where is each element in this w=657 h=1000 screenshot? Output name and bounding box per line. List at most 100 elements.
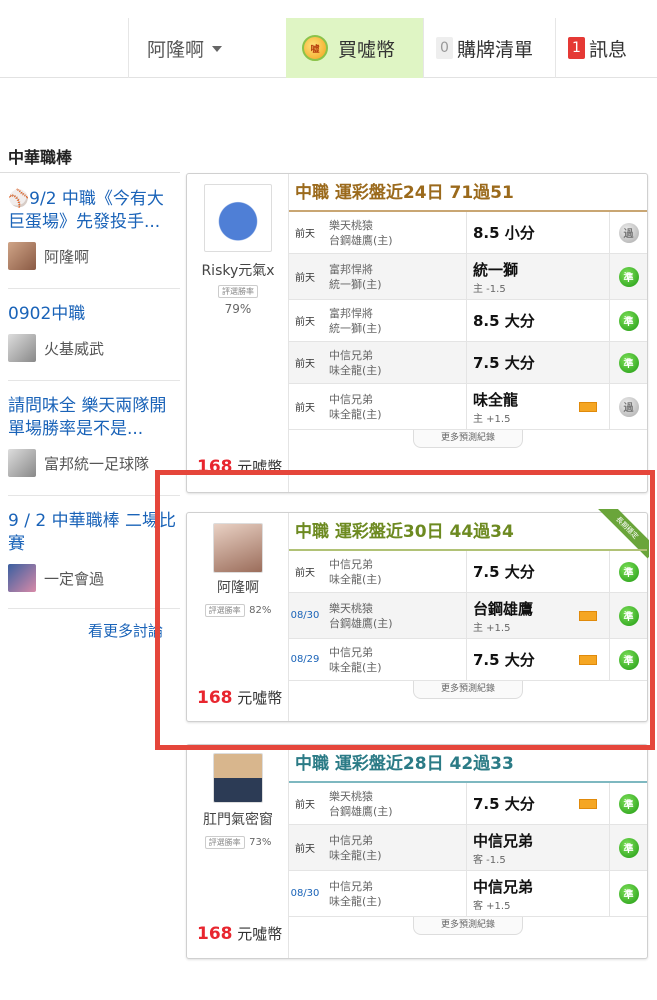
- push-badge-icon: 過: [618, 222, 639, 243]
- more-discussions-link[interactable]: 看更多討論: [88, 620, 163, 641]
- topic-title[interactable]: ⚾9/2 中職《今有大巨蛋場》先發投手...: [8, 188, 180, 234]
- result: 準: [609, 639, 647, 680]
- result: 準: [609, 593, 647, 638]
- divider: [8, 608, 180, 609]
- matchup: 富邦悍將 統一獅(主): [321, 254, 467, 299]
- price-value: 168: [197, 688, 233, 708]
- result: 準: [609, 871, 647, 916]
- predictor-name[interactable]: 阿隆啊: [187, 577, 289, 597]
- hit-badge-icon: 準: [618, 352, 639, 373]
- purchase-count-badge: 0: [436, 37, 453, 59]
- push-badge-icon: 過: [618, 396, 639, 417]
- result: 準: [609, 342, 647, 383]
- record-header: 中職 運彩盤近30日 44過34: [289, 513, 647, 551]
- away-team: 中信兄弟: [329, 645, 373, 659]
- prediction-row: 前天 中信兄弟 味全龍(主) 中信兄弟客 -1.5 準: [289, 825, 647, 871]
- matchup: 樂天桃猿 台鋼雄鷹(主): [321, 212, 467, 253]
- predictor-name[interactable]: 肛門氣密窗: [187, 809, 289, 829]
- pick: 7.5 大分: [467, 561, 609, 582]
- pick-value: 7.5 大分: [473, 651, 535, 669]
- author-name: 火基威武: [44, 339, 105, 358]
- pick-value: 7.5 大分: [473, 795, 535, 813]
- matchup: 中信兄弟 味全龍(主): [321, 639, 467, 680]
- matchup: 富邦悍將 統一獅(主): [321, 300, 467, 341]
- author-name: 一定會過: [44, 569, 105, 588]
- pick: 7.5 大分: [467, 793, 609, 814]
- pick: 8.5 大分: [467, 310, 609, 331]
- result: 過: [609, 212, 647, 253]
- topic-item[interactable]: 9 / 2 中華職棒 二場比賽 一定會過: [8, 510, 180, 592]
- predictor-avatar[interactable]: [204, 184, 272, 252]
- matchup: 樂天桃猿 台鋼雄鷹(主): [321, 593, 467, 638]
- more-records-button[interactable]: 更多預測紀錄: [413, 917, 523, 935]
- matchup: 中信兄弟 味全龍(主): [321, 384, 467, 429]
- pick: 7.5 大分: [467, 649, 609, 670]
- price-unit: 元噓幣: [237, 689, 283, 707]
- predictor-card[interactable]: 長期穩定 阿隆啊 評選勝率 82% 168 元噓幣 中職 運彩盤近30日 44過…: [186, 509, 649, 722]
- home-team: 台鋼雄鷹(主): [329, 616, 393, 630]
- price: 168 元噓幣: [197, 923, 282, 944]
- author-name: 阿隆啊: [44, 247, 90, 266]
- predictor-card[interactable]: 肛門氣密窗 評選勝率 73% 168 元噓幣 中職 運彩盤近28日 42過33 …: [186, 744, 648, 959]
- pick: 台鋼雄鷹主 +1.5: [467, 598, 609, 634]
- pick-value: 7.5 大分: [473, 563, 535, 581]
- avatar: [8, 449, 36, 477]
- topic-title[interactable]: 9 / 2 中華職棒 二場比賽: [8, 510, 180, 556]
- more-records-button[interactable]: 更多預測紀錄: [413, 681, 523, 699]
- handicap: 主 +1.5: [473, 622, 511, 634]
- pick-value: 台鋼雄鷹: [473, 599, 534, 618]
- prediction-row: 08/30 樂天桃猿 台鋼雄鷹(主) 台鋼雄鷹主 +1.5 準: [289, 593, 647, 639]
- price-unit: 元噓幣: [237, 925, 283, 943]
- home-team: 味全龍(主): [329, 407, 382, 421]
- game-date: 前天: [295, 403, 315, 414]
- predictor-card[interactable]: Risky元氣x 評選勝率 79% 168 元噓幣 中職 運彩盤近24日 71過…: [186, 173, 648, 493]
- away-team: 樂天桃猿: [329, 218, 373, 232]
- predictor-avatar[interactable]: [213, 523, 263, 573]
- topic-title[interactable]: 請問味全 樂天兩隊開單場勝率是不是...: [8, 395, 180, 441]
- hit-badge-icon: 準: [618, 883, 639, 904]
- caret-down-icon: [212, 46, 223, 52]
- matchup: 中信兄弟 味全龍(主): [321, 551, 467, 592]
- price: 168 元噓幣: [197, 687, 282, 708]
- home-team: 統一獅(主): [329, 321, 382, 335]
- record-header: 中職 運彩盤近24日 71過51: [289, 174, 647, 212]
- result: 準: [609, 783, 647, 824]
- purchase-list-link[interactable]: 0 購牌清單: [423, 18, 555, 78]
- game-date: 前天: [295, 844, 315, 855]
- hit-badge-icon: 準: [618, 561, 639, 582]
- hit-badge-icon: 準: [618, 605, 639, 626]
- predictor-avatar[interactable]: [213, 753, 263, 803]
- divider: [8, 380, 180, 381]
- buy-coins-button[interactable]: 嘘 買噓幣: [286, 18, 423, 78]
- predictions-panel: 中職 運彩盤近24日 71過51 前天 樂天桃猿 台鋼雄鷹(主) 8.5 小分 過…: [289, 174, 647, 492]
- prediction-row: 08/30 中信兄弟 味全龍(主) 中信兄弟客 +1.5 準: [289, 871, 647, 917]
- record-header: 中職 運彩盤近28日 42過33: [289, 745, 647, 783]
- predictor-name[interactable]: Risky元氣x: [187, 260, 289, 280]
- home-team: 味全龍(主): [329, 660, 382, 674]
- topic-author: 阿隆啊: [8, 242, 180, 270]
- hit-badge-icon: 準: [618, 793, 639, 814]
- result: 準: [609, 254, 647, 299]
- topic-item[interactable]: 請問味全 樂天兩隊開單場勝率是不是... 富邦統一足球隊: [8, 395, 180, 477]
- topic-title[interactable]: 0902中職: [8, 303, 180, 326]
- predictor-info: Risky元氣x 評選勝率 79% 168 元噓幣: [187, 174, 289, 492]
- avatar: [8, 242, 36, 270]
- home-team: 台鋼雄鷹(主): [329, 804, 393, 818]
- divider: [0, 172, 180, 173]
- user-menu[interactable]: 阿隆啊: [128, 18, 286, 78]
- matchup: 中信兄弟 味全龍(主): [321, 342, 467, 383]
- divider: [8, 288, 180, 289]
- more-records-button[interactable]: 更多預測紀錄: [413, 430, 523, 448]
- away-team: 中信兄弟: [329, 833, 373, 847]
- messages-link[interactable]: 1 訊息: [555, 18, 657, 78]
- result: 準: [609, 825, 647, 870]
- tag-icon: [579, 401, 597, 412]
- away-team: 富邦悍將: [329, 306, 373, 320]
- topic-item[interactable]: 0902中職 火基威武: [8, 303, 180, 362]
- predictions-panel: 中職 運彩盤近30日 44過34 前天 中信兄弟 味全龍(主) 7.5 大分 準 …: [289, 513, 647, 721]
- price: 168 元噓幣: [197, 456, 282, 477]
- game-date: 前天: [295, 359, 315, 370]
- game-date: 前天: [295, 317, 315, 328]
- topic-item[interactable]: ⚾9/2 中職《今有大巨蛋場》先發投手... 阿隆啊: [8, 188, 180, 270]
- win-rate-label: 評選勝率: [204, 604, 245, 617]
